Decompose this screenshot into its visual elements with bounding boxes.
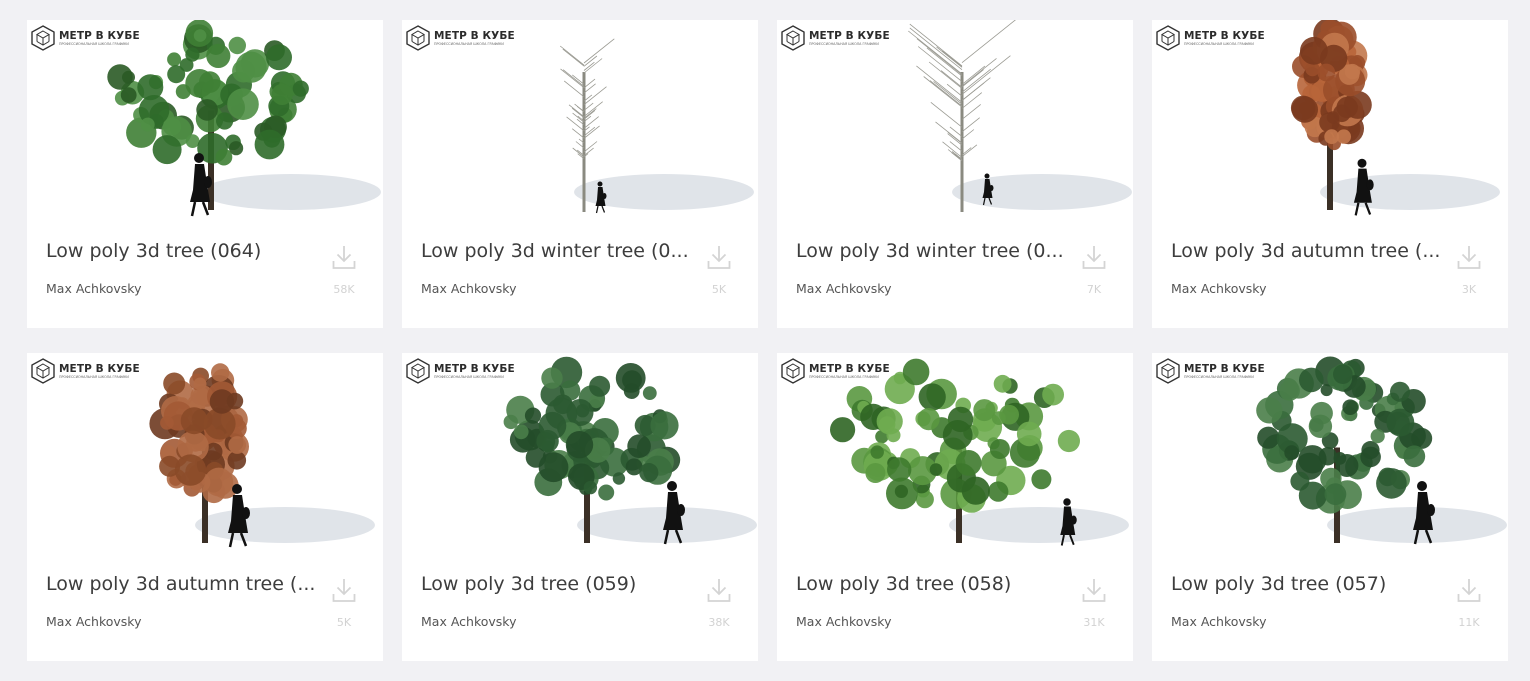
model-thumbnail[interactable]: МЕТР В КУБЕ ПРОФЕССИОНАЛЬНАЯ ШКОЛА ГРАФИ… [1152,20,1508,220]
model-thumbnail[interactable]: МЕТР В КУБЕ ПРОФЕССИОНАЛЬНАЯ ШКОЛА ГРАФИ… [402,353,758,553]
logo-title: МЕТР В КУБЕ [434,29,515,42]
download-count: 31K [1083,616,1105,629]
logo-title: МЕТР В КУБЕ [434,362,515,375]
download-button[interactable] [707,244,731,270]
download-icon [707,579,731,602]
watermark-logo: МЕТР В КУБЕ ПРОФЕССИОНАЛЬНАЯ ШКОЛА ГРАФИ… [1155,358,1265,384]
download-button[interactable] [1457,244,1481,270]
model-thumbnail[interactable]: МЕТР В КУБЕ ПРОФЕССИОНАЛЬНАЯ ШКОЛА ГРАФИ… [777,353,1133,553]
download-count: 58K [333,283,355,296]
model-card[interactable]: МЕТР В КУБЕ ПРОФЕССИОНАЛЬНАЯ ШКОЛА ГРАФИ… [402,20,758,328]
download-icon [332,579,356,602]
download-count: 5K [711,283,727,296]
author-link[interactable]: Max Achkovsky [1171,614,1266,629]
download-icon [707,246,731,269]
cube-logo-icon [31,358,55,384]
download-icon [1457,579,1481,602]
model-thumbnail[interactable]: МЕТР В КУБЕ ПРОФЕССИОНАЛЬНАЯ ШКОЛА ГРАФИ… [27,20,383,220]
logo-title: МЕТР В КУБЕ [809,29,890,42]
logo-subtitle: ПРОФЕССИОНАЛЬНАЯ ШКОЛА ГРАФИКИ [1184,374,1254,379]
author-link[interactable]: Max Achkovsky [46,614,141,629]
watermark-logo: МЕТР В КУБЕ ПРОФЕССИОНАЛЬНАЯ ШКОЛА ГРАФИ… [780,25,890,51]
watermark-logo: МЕТР В КУБЕ ПРОФЕССИОНАЛЬНАЯ ШКОЛА ГРАФИ… [405,358,515,384]
download-button[interactable] [1082,577,1106,603]
model-card[interactable]: МЕТР В КУБЕ ПРОФЕССИОНАЛЬНАЯ ШКОЛА ГРАФИ… [1152,20,1508,328]
cube-logo-icon [406,25,430,51]
watermark-logo: МЕТР В КУБЕ ПРОФЕССИОНАЛЬНАЯ ШКОЛА ГРАФИ… [30,358,140,384]
model-title[interactable]: Low poly 3d tree (059) [421,573,691,595]
logo-title: МЕТР В КУБЕ [1184,29,1265,42]
model-thumbnail[interactable]: МЕТР В КУБЕ ПРОФЕССИОНАЛЬНАЯ ШКОЛА ГРАФИ… [1152,353,1508,553]
author-link[interactable]: Max Achkovsky [796,281,891,296]
model-card[interactable]: МЕТР В КУБЕ ПРОФЕССИОНАЛЬНАЯ ШКОЛА ГРАФИ… [777,20,1133,328]
logo-subtitle: ПРОФЕССИОНАЛЬНАЯ ШКОЛА ГРАФИКИ [434,374,504,379]
logo-subtitle: ПРОФЕССИОНАЛЬНАЯ ШКОЛА ГРАФИКИ [59,41,129,46]
download-count: 11K [1458,616,1480,629]
model-card[interactable]: МЕТР В КУБЕ ПРОФЕССИОНАЛЬНАЯ ШКОЛА ГРАФИ… [27,353,383,661]
logo-subtitle: ПРОФЕССИОНАЛЬНАЯ ШКОЛА ГРАФИКИ [434,41,504,46]
watermark-logo: МЕТР В КУБЕ ПРОФЕССИОНАЛЬНАЯ ШКОЛА ГРАФИ… [405,25,515,51]
logo-subtitle: ПРОФЕССИОНАЛЬНАЯ ШКОЛА ГРАФИКИ [1184,41,1254,46]
download-icon [1082,246,1106,269]
model-title[interactable]: Low poly 3d tree (057) [1171,573,1441,595]
download-button[interactable] [707,577,731,603]
download-button[interactable] [1457,577,1481,603]
logo-title: МЕТР В КУБЕ [59,362,140,375]
download-count: 5K [336,616,352,629]
model-title[interactable]: Low poly 3d winter tree (0... [796,240,1066,262]
author-link[interactable]: Max Achkovsky [1171,281,1266,296]
cube-logo-icon [31,25,55,51]
download-button[interactable] [1082,244,1106,270]
download-icon [1457,246,1481,269]
author-link[interactable]: Max Achkovsky [421,281,516,296]
logo-title: МЕТР В КУБЕ [59,29,140,42]
model-title[interactable]: Low poly 3d tree (064) [46,240,316,262]
model-title[interactable]: Low poly 3d tree (058) [796,573,1066,595]
download-button[interactable] [332,244,356,270]
cube-logo-icon [781,25,805,51]
logo-subtitle: ПРОФЕССИОНАЛЬНАЯ ШКОЛА ГРАФИКИ [59,374,129,379]
download-count: 38K [708,616,730,629]
download-count: 3K [1461,283,1477,296]
author-link[interactable]: Max Achkovsky [796,614,891,629]
download-icon [332,246,356,269]
watermark-logo: МЕТР В КУБЕ ПРОФЕССИОНАЛЬНАЯ ШКОЛА ГРАФИ… [780,358,890,384]
download-icon [1082,579,1106,602]
logo-subtitle: ПРОФЕССИОНАЛЬНАЯ ШКОЛА ГРАФИКИ [809,374,879,379]
cube-logo-icon [781,358,805,384]
model-title[interactable]: Low poly 3d autumn tree (... [1171,240,1441,262]
download-button[interactable] [332,577,356,603]
author-link[interactable]: Max Achkovsky [46,281,141,296]
watermark-logo: МЕТР В КУБЕ ПРОФЕССИОНАЛЬНАЯ ШКОЛА ГРАФИ… [30,25,140,51]
model-card[interactable]: МЕТР В КУБЕ ПРОФЕССИОНАЛЬНАЯ ШКОЛА ГРАФИ… [27,20,383,328]
model-card[interactable]: МЕТР В КУБЕ ПРОФЕССИОНАЛЬНАЯ ШКОЛА ГРАФИ… [1152,353,1508,661]
model-card[interactable]: МЕТР В КУБЕ ПРОФЕССИОНАЛЬНАЯ ШКОЛА ГРАФИ… [402,353,758,661]
cube-logo-icon [406,358,430,384]
watermark-logo: МЕТР В КУБЕ ПРОФЕССИОНАЛЬНАЯ ШКОЛА ГРАФИ… [1155,25,1265,51]
model-thumbnail[interactable]: МЕТР В КУБЕ ПРОФЕССИОНАЛЬНАЯ ШКОЛА ГРАФИ… [402,20,758,220]
model-title[interactable]: Low poly 3d autumn tree (... [46,573,316,595]
download-count: 7K [1086,283,1102,296]
model-grid: МЕТР В КУБЕ ПРОФЕССИОНАЛЬНАЯ ШКОЛА ГРАФИ… [0,0,1530,681]
logo-subtitle: ПРОФЕССИОНАЛЬНАЯ ШКОЛА ГРАФИКИ [809,41,879,46]
model-thumbnail[interactable]: МЕТР В КУБЕ ПРОФЕССИОНАЛЬНАЯ ШКОЛА ГРАФИ… [777,20,1133,220]
model-title[interactable]: Low poly 3d winter tree (0... [421,240,691,262]
cube-logo-icon [1156,25,1180,51]
author-link[interactable]: Max Achkovsky [421,614,516,629]
logo-title: МЕТР В КУБЕ [1184,362,1265,375]
logo-title: МЕТР В КУБЕ [809,362,890,375]
model-thumbnail[interactable]: МЕТР В КУБЕ ПРОФЕССИОНАЛЬНАЯ ШКОЛА ГРАФИ… [27,353,383,553]
model-card[interactable]: МЕТР В КУБЕ ПРОФЕССИОНАЛЬНАЯ ШКОЛА ГРАФИ… [777,353,1133,661]
cube-logo-icon [1156,358,1180,384]
